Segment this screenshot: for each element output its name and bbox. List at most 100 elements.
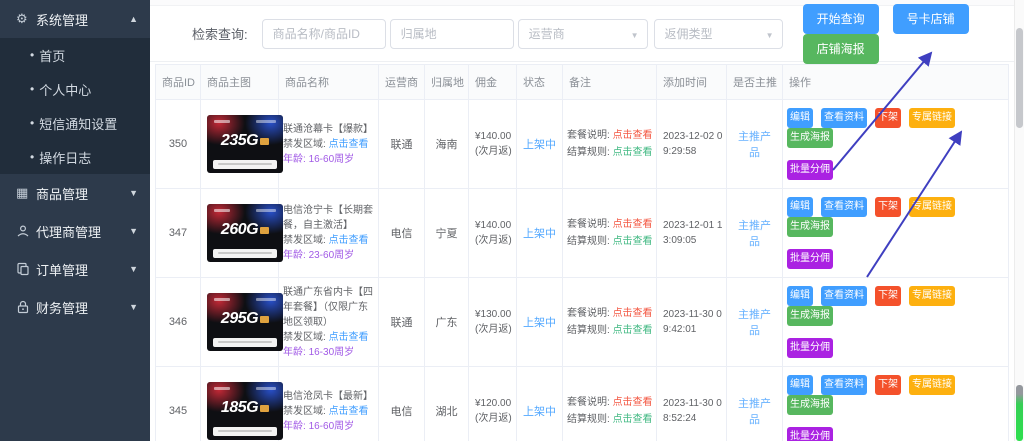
batch-commission-button[interactable]: 批量分佣 [787, 338, 833, 358]
region-cell: 宁夏 [425, 189, 469, 278]
actions-cell: 编辑查看资料下架专属链接生成海报批量分佣 [783, 278, 1009, 367]
add-time-line2: 9:29:58 [663, 144, 720, 159]
view-package-desc-link[interactable]: 点击查看 [613, 397, 653, 408]
table-row: 346 295G 联通广东省内卡【四年套餐】（仅限广东地区领取） 禁发区域: 点… [156, 278, 1009, 367]
green-scroll-indicator [1016, 385, 1023, 441]
product-name: 电信沧凤卡【最新】 [283, 389, 374, 404]
agent-icon [16, 224, 36, 238]
shop-poster-button[interactable]: 店铺海报 [803, 34, 879, 64]
view-info-button[interactable]: 查看资料 [821, 197, 867, 217]
data-volume-label: 235G [221, 132, 258, 149]
generate-poster-button[interactable]: 生成海报 [787, 395, 833, 415]
forbid-region-label: 禁发区域: [283, 139, 326, 150]
product-image[interactable]: 260G [207, 204, 283, 262]
take-down-button[interactable]: 下架 [875, 108, 901, 128]
exclusive-link-button[interactable]: 专属链接 [909, 108, 955, 128]
generate-poster-button[interactable]: 生成海报 [787, 128, 833, 148]
view-forbidden-regions-link[interactable]: 点击查看 [329, 406, 369, 417]
commission-amount: ¥120.00 [475, 396, 510, 411]
gear-icon: ⚙ [16, 11, 36, 27]
package-desc-label: 套餐说明: [567, 308, 610, 319]
exclusive-link-button[interactable]: 专属链接 [909, 286, 955, 306]
add-time-line1: 2023-12-02 0 [663, 129, 720, 144]
sidebar-item-agents[interactable]: 代理商管理 ▼ [0, 212, 150, 250]
view-settlement-rule-link[interactable]: 点击查看 [613, 236, 653, 247]
exclusive-link-button[interactable]: 专属链接 [909, 375, 955, 395]
status-cell: 上架中 [517, 278, 563, 367]
settlement-rule-label: 结算规则: [567, 325, 610, 336]
product-image[interactable]: 185G [207, 382, 283, 440]
data-volume-label: 185G [221, 399, 258, 416]
view-settlement-rule-link[interactable]: 点击查看 [613, 147, 653, 158]
commission-note: (次月返) [475, 322, 510, 337]
edit-button[interactable]: 编辑 [787, 375, 813, 395]
add-time-line2: 3:09:05 [663, 233, 720, 248]
product-name-cell: 联通沧幕卡【爆款】 禁发区域: 点击查看 年龄: 16-60周岁 [279, 100, 379, 189]
table-row: 347 260G 电信沧宁卡【长期套餐，自主激活】 禁发区域: 点击查看 年龄:… [156, 189, 1009, 278]
column-header: 添加时间 [657, 65, 727, 100]
image-caption-strip [213, 427, 277, 436]
product-id-cell: 346 [156, 278, 201, 367]
price-mark [256, 387, 276, 390]
start-query-button[interactable]: 开始查询 [803, 4, 879, 34]
take-down-button[interactable]: 下架 [875, 375, 901, 395]
view-package-desc-link[interactable]: 点击查看 [613, 308, 653, 319]
sidebar-item-operation-log[interactable]: • 操作日志 [0, 140, 150, 174]
batch-commission-button[interactable]: 批量分佣 [787, 160, 833, 180]
card-shop-button[interactable]: 号卡店铺 [893, 4, 969, 34]
view-settlement-rule-link[interactable]: 点击查看 [613, 325, 653, 336]
settlement-rule-label: 结算规则: [567, 414, 610, 425]
column-header: 归属地 [425, 65, 469, 100]
sidebar-item-products[interactable]: ▦ 商品管理 ▼ [0, 174, 150, 212]
sidebar-item-orders[interactable]: 订单管理 ▼ [0, 250, 150, 288]
view-package-desc-link[interactable]: 点击查看 [613, 130, 653, 141]
commission-cell: ¥120.00 (次月返) [469, 367, 517, 441]
column-header: 商品名称 [279, 65, 379, 100]
chevron-down-icon: ▼ [129, 302, 138, 312]
edit-button[interactable]: 编辑 [787, 286, 813, 306]
finance-lock-icon [16, 300, 36, 314]
sidebar-item-system[interactable]: ⚙ 系统管理 ▲ [0, 0, 150, 38]
exclusive-link-button[interactable]: 专属链接 [909, 197, 955, 217]
view-info-button[interactable]: 查看资料 [821, 108, 867, 128]
vertical-scrollbar[interactable] [1014, 0, 1024, 441]
take-down-button[interactable]: 下架 [875, 197, 901, 217]
generate-poster-button[interactable]: 生成海报 [787, 217, 833, 237]
keyword-input[interactable] [262, 19, 386, 49]
image-caption-strip [213, 160, 277, 169]
carrier-select[interactable]: 运营商 ▼ [518, 19, 648, 49]
scrollbar-thumb[interactable] [1016, 28, 1023, 128]
edit-button[interactable]: 编辑 [787, 197, 813, 217]
age-range: 16-60周岁 [309, 421, 355, 432]
search-label: 检索查询: [192, 24, 248, 43]
sidebar-item-finance[interactable]: 财务管理 ▼ [0, 288, 150, 326]
product-image[interactable]: 295G [207, 293, 283, 351]
sidebar-item-home[interactable]: • 首页 [0, 38, 150, 72]
view-forbidden-regions-link[interactable]: 点击查看 [329, 332, 369, 343]
product-image[interactable]: 235G [207, 115, 283, 173]
carrier-cell: 联通 [379, 278, 425, 367]
price-mark [256, 209, 276, 212]
view-info-button[interactable]: 查看资料 [821, 286, 867, 306]
batch-commission-button[interactable]: 批量分佣 [787, 427, 833, 441]
generate-poster-button[interactable]: 生成海报 [787, 306, 833, 326]
batch-commission-button[interactable]: 批量分佣 [787, 249, 833, 269]
commission-note: (次月返) [475, 144, 510, 159]
rebate-select-placeholder: 返佣类型 [665, 25, 713, 42]
view-info-button[interactable]: 查看资料 [821, 375, 867, 395]
sidebar-item-personal-center[interactable]: • 个人中心 [0, 72, 150, 106]
rebate-type-select[interactable]: 返佣类型 ▼ [654, 19, 783, 49]
app-window: ⚙ 系统管理 ▲ • 首页 • 个人中心 • 短信通知设置 • 操作日志 ▦ [0, 0, 1024, 441]
region-input[interactable] [390, 19, 514, 49]
product-image-cell: 185G [201, 367, 279, 441]
sidebar-item-label: 商品管理 [36, 184, 129, 203]
view-forbidden-regions-link[interactable]: 点击查看 [329, 139, 369, 150]
product-id-cell: 350 [156, 100, 201, 189]
view-settlement-rule-link[interactable]: 点击查看 [613, 414, 653, 425]
commission-amount: ¥130.00 [475, 307, 510, 322]
take-down-button[interactable]: 下架 [875, 286, 901, 306]
view-forbidden-regions-link[interactable]: 点击查看 [329, 235, 369, 246]
sidebar-item-sms-settings[interactable]: • 短信通知设置 [0, 106, 150, 140]
view-package-desc-link[interactable]: 点击查看 [613, 219, 653, 230]
edit-button[interactable]: 编辑 [787, 108, 813, 128]
